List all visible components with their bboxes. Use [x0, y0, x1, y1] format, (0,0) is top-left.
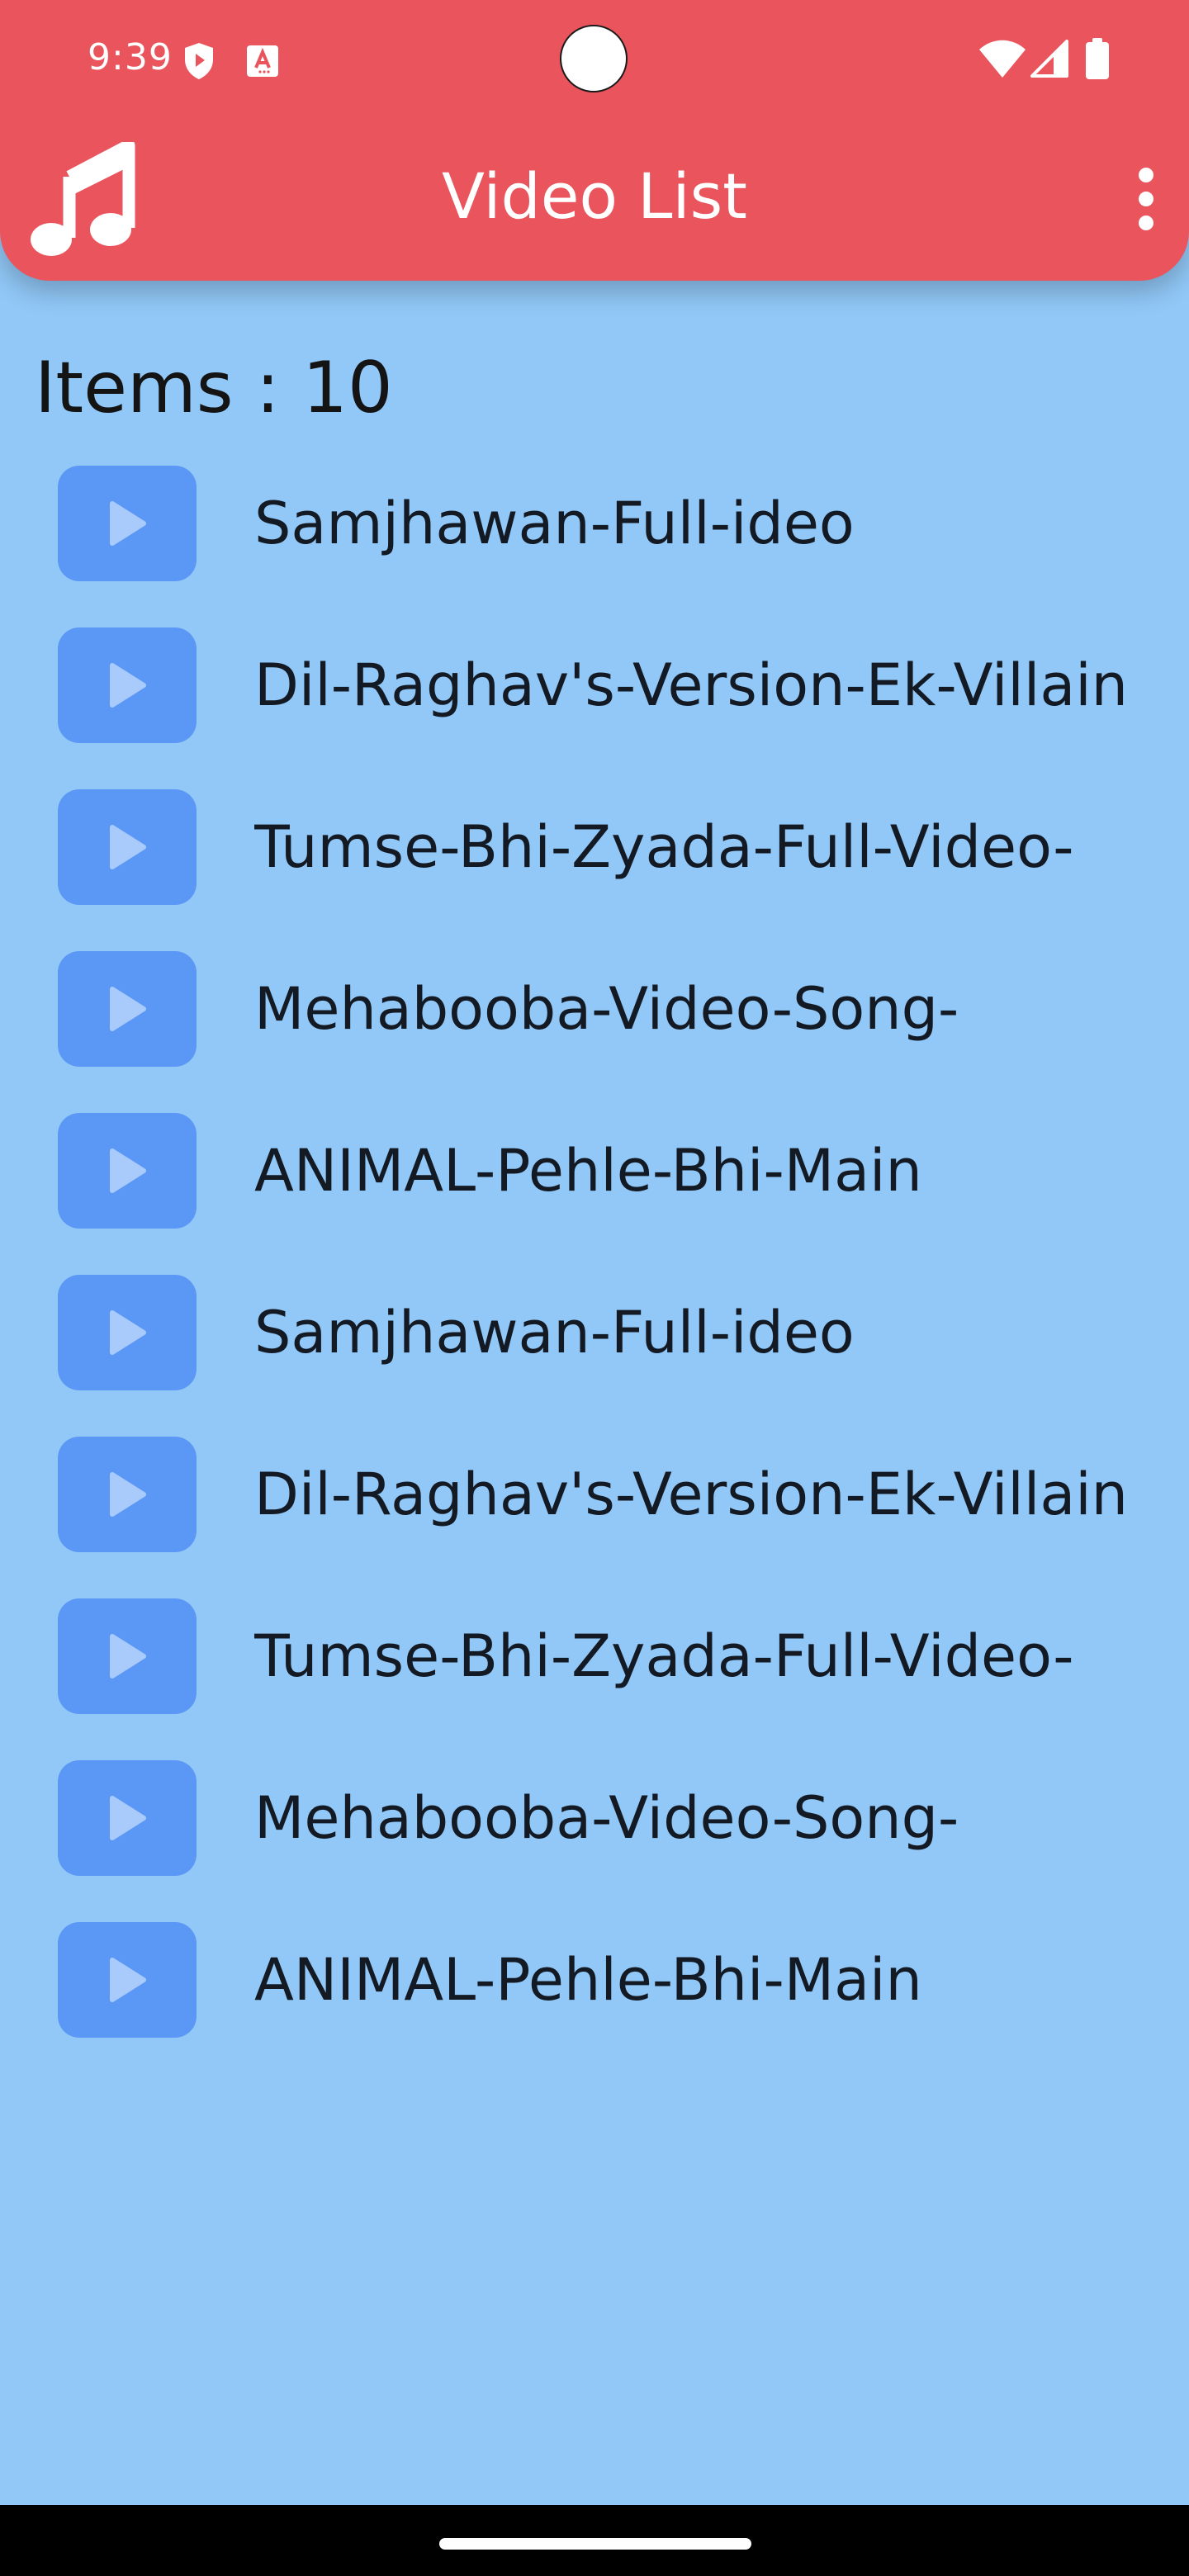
play-button[interactable] [58, 1760, 197, 1876]
font-a-icon [247, 45, 278, 77]
status-bar: 9:39 [0, 0, 1189, 116]
app-title: Video List [442, 159, 747, 233]
play-button[interactable] [58, 627, 197, 743]
more-vert-icon[interactable] [1123, 162, 1169, 236]
play-icon [110, 987, 146, 1031]
play-button[interactable] [58, 466, 197, 581]
play-icon [110, 1634, 146, 1679]
video-title: ANIMAL-Pehle-Bhi-Main [254, 1137, 922, 1205]
play-button[interactable] [58, 1275, 197, 1390]
video-list-item[interactable]: Tumse-Bhi-Zyada-Full-Video- [0, 786, 1189, 948]
play-button[interactable] [58, 1922, 197, 2038]
video-list-item[interactable]: ANIMAL-Pehle-Bhi-Main [0, 1919, 1189, 2081]
video-list: Samjhawan-Full-ideo Dil-Raghav's-Version… [0, 462, 1189, 2081]
video-list-item[interactable]: Tumse-Bhi-Zyada-Full-Video- [0, 1595, 1189, 1757]
music-note-icon [31, 142, 135, 256]
items-count: Items : 10 [35, 347, 393, 429]
video-list-item[interactable]: Samjhawan-Full-ideo [0, 1271, 1189, 1433]
play-icon [110, 1796, 146, 1840]
shield-icon [185, 43, 213, 79]
play-icon [110, 1310, 146, 1355]
video-title: Mehabooba-Video-Song- [254, 1784, 959, 1852]
video-title: Tumse-Bhi-Zyada-Full-Video- [254, 813, 1074, 881]
video-list-item[interactable]: ANIMAL-Pehle-Bhi-Main [0, 1110, 1189, 1271]
video-title: Dil-Raghav's-Version-Ek-Villain [254, 651, 1129, 719]
video-list-item[interactable]: Mehabooba-Video-Song- [0, 948, 1189, 1110]
play-button[interactable] [58, 1437, 197, 1552]
camera-cutout [560, 25, 628, 92]
play-icon [110, 1472, 146, 1517]
play-icon [110, 1148, 146, 1193]
home-gesture-handle[interactable] [439, 2538, 751, 2550]
video-title: Samjhawan-Full-ideo [254, 490, 855, 557]
play-button[interactable] [58, 1113, 197, 1229]
status-time: 9:39 [88, 36, 173, 78]
play-button[interactable] [58, 951, 197, 1067]
video-list-screen: 9:39 Video List Items: 10 Samjhawan-Ful… [0, 0, 1189, 2505]
battery-icon [1086, 38, 1109, 79]
cellular-icon [1030, 40, 1068, 78]
wifi-icon [979, 40, 1026, 78]
video-list-item[interactable]: Dil-Raghav's-Version-Ek-Villain [0, 1433, 1189, 1595]
system-navigation-bar [0, 2505, 1189, 2576]
video-title: Dil-Raghav's-Version-Ek-Villain [254, 1461, 1129, 1528]
play-icon [110, 1958, 146, 2002]
video-title: Samjhawan-Full-ideo [254, 1299, 855, 1366]
play-icon [110, 825, 146, 869]
play-icon [110, 501, 146, 546]
play-icon [110, 663, 146, 708]
video-title: Mehabooba-Video-Song- [254, 975, 959, 1043]
video-list-item[interactable]: Dil-Raghav's-Version-Ek-Villain [0, 624, 1189, 786]
video-list-item[interactable]: Mehabooba-Video-Song- [0, 1757, 1189, 1919]
play-button[interactable] [58, 1598, 197, 1714]
video-list-item[interactable]: Samjhawan-Full-ideo [0, 462, 1189, 624]
video-title: Tumse-Bhi-Zyada-Full-Video- [254, 1622, 1074, 1690]
play-button[interactable] [58, 789, 197, 905]
video-title: ANIMAL-Pehle-Bhi-Main [254, 1946, 922, 2014]
app-bar: 9:39 Video List [0, 0, 1189, 281]
